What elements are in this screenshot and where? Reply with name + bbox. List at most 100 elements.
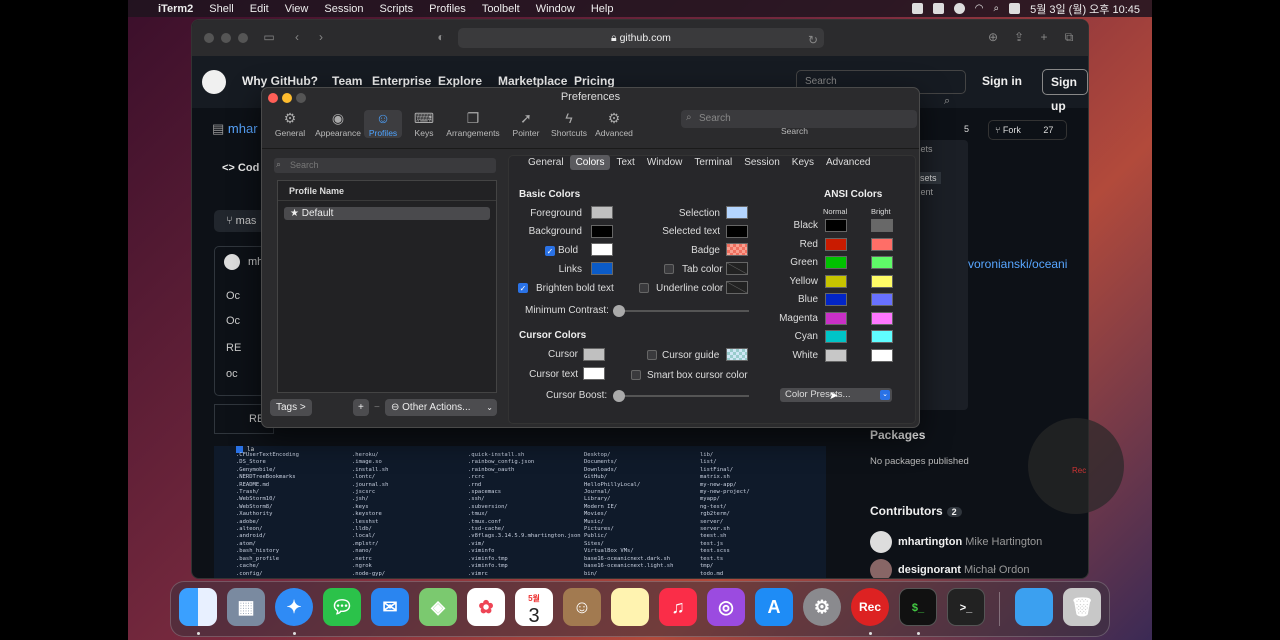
toolbar-advanced[interactable]: ⚙ Advanced bbox=[586, 110, 642, 138]
photos-icon[interactable]: ✿ bbox=[467, 588, 505, 626]
nav-marketplace[interactable]: Marketplace bbox=[498, 74, 567, 88]
input-source-icon[interactable] bbox=[932, 3, 944, 14]
file-item[interactable]: RE bbox=[226, 342, 241, 354]
terminal-icon[interactable]: >_ bbox=[947, 588, 985, 626]
recording-control-overlay[interactable]: Rec bbox=[1028, 418, 1124, 514]
ansi-red-normal-swatch[interactable] bbox=[825, 237, 847, 251]
toolbar-arrangements[interactable]: ❐ Arrangements bbox=[442, 110, 504, 138]
shield-icon[interactable]: ◐ bbox=[434, 30, 448, 44]
maps-icon[interactable]: ◈ bbox=[419, 588, 457, 626]
menu-help[interactable]: Help bbox=[583, 3, 622, 15]
other-actions-button[interactable]: ⊖ Other Actions... ⌄ bbox=[385, 399, 497, 416]
bold-swatch[interactable] bbox=[591, 243, 613, 256]
tab-color-swatch[interactable] bbox=[726, 262, 748, 275]
remove-profile-button[interactable]: − bbox=[370, 399, 384, 416]
cursor-text-swatch[interactable] bbox=[583, 367, 605, 380]
ansi-black-normal-swatch[interactable] bbox=[825, 219, 847, 232]
selected-text-swatch[interactable] bbox=[726, 225, 748, 238]
share-icon[interactable]: ⇪ bbox=[1012, 30, 1026, 44]
menu-profiles[interactable]: Profiles bbox=[421, 3, 474, 15]
bold-checkbox[interactable]: ✓ bbox=[545, 246, 555, 256]
background-swatch[interactable] bbox=[591, 225, 613, 238]
ansi-white-normal-swatch[interactable] bbox=[825, 348, 847, 362]
repo-homepage-link[interactable]: voronianski/oceani bbox=[968, 257, 1067, 271]
trash-icon[interactable]: 🗑︎ bbox=[1063, 588, 1101, 626]
iterm-icon[interactable]: $_ bbox=[899, 588, 937, 626]
profile-list-header[interactable]: Profile Name bbox=[278, 181, 496, 201]
contacts-icon[interactable]: ☺ bbox=[563, 588, 601, 626]
ansi-blue-bright-swatch[interactable] bbox=[871, 293, 893, 306]
min-contrast-knob[interactable] bbox=[613, 305, 625, 317]
selection-swatch[interactable] bbox=[726, 206, 748, 219]
menu-session[interactable]: Session bbox=[316, 3, 371, 15]
tab-session[interactable]: Session bbox=[738, 155, 786, 170]
cursor-boost-knob[interactable] bbox=[613, 390, 625, 402]
podcasts-icon[interactable]: ◎ bbox=[707, 588, 745, 626]
play-icon[interactable] bbox=[953, 3, 965, 14]
ansi-cyan-bright-swatch[interactable] bbox=[871, 330, 893, 343]
tab-overview-icon[interactable]: ⧉ bbox=[1062, 30, 1076, 44]
menu-app-name[interactable]: iTerm2 bbox=[150, 3, 201, 15]
repo-title[interactable]: ▤ mhar bbox=[212, 121, 258, 137]
nav-why-github[interactable]: Why GitHub? bbox=[242, 74, 318, 88]
launchpad-icon[interactable]: ▦ bbox=[227, 588, 265, 626]
packages-title[interactable]: Packages bbox=[870, 428, 925, 442]
contributor-row[interactable]: mhartington Mike Hartington bbox=[870, 531, 1042, 553]
menu-shell[interactable]: Shell bbox=[201, 3, 241, 15]
toolbar-appearance[interactable]: ◉ Appearance bbox=[310, 110, 366, 138]
tab-text[interactable]: Text bbox=[610, 155, 640, 170]
tab-window[interactable]: Window bbox=[641, 155, 689, 170]
back-icon[interactable]: ‹ bbox=[290, 30, 304, 44]
search-icon[interactable]: ⌕ bbox=[944, 95, 950, 108]
github-logo-icon[interactable] bbox=[202, 70, 226, 94]
safari-icon[interactable]: ✦ bbox=[275, 588, 313, 626]
brighten-bold-checkbox[interactable]: ✓ bbox=[518, 283, 528, 293]
forward-icon[interactable]: › bbox=[314, 30, 328, 44]
menu-edit[interactable]: Edit bbox=[242, 3, 277, 15]
menu-scripts[interactable]: Scripts bbox=[372, 3, 422, 15]
cursor-guide-swatch[interactable] bbox=[726, 348, 748, 361]
address-bar[interactable]: 🔒︎ github.com bbox=[458, 28, 824, 48]
cursor-guide-checkbox[interactable] bbox=[647, 350, 657, 360]
downloads-folder-icon[interactable] bbox=[1015, 588, 1053, 626]
nav-enterprise[interactable]: Enterprise bbox=[372, 74, 431, 88]
download-icon[interactable]: ⊕ bbox=[986, 30, 1000, 44]
nav-team[interactable]: Team bbox=[332, 74, 362, 88]
badge-swatch[interactable] bbox=[726, 243, 748, 256]
notes-icon[interactable] bbox=[611, 588, 649, 626]
rec-app-icon[interactable]: Rec bbox=[851, 588, 889, 626]
tab-advanced[interactable]: Advanced bbox=[820, 155, 876, 170]
menu-view[interactable]: View bbox=[277, 3, 317, 15]
ansi-green-normal-swatch[interactable] bbox=[825, 256, 847, 269]
minimize-window-button[interactable] bbox=[221, 33, 231, 43]
ansi-green-bright-swatch[interactable] bbox=[871, 256, 893, 269]
window-manager-icon[interactable] bbox=[911, 3, 923, 14]
sign-up-button[interactable]: Sign up bbox=[1042, 69, 1088, 113]
fork-button[interactable]: ⑂ Fork 27 bbox=[988, 120, 1067, 140]
music-icon[interactable]: ♫ bbox=[659, 588, 697, 626]
links-swatch[interactable] bbox=[591, 262, 613, 275]
tab-keys[interactable]: Keys bbox=[786, 155, 820, 170]
control-center-icon[interactable] bbox=[1009, 3, 1021, 14]
file-item[interactable]: Oc bbox=[226, 290, 240, 302]
file-item[interactable]: Oc bbox=[226, 315, 240, 327]
foreground-swatch[interactable] bbox=[591, 206, 613, 219]
mail-icon[interactable]: ✉ bbox=[371, 588, 409, 626]
contributors-title[interactable]: Contributors 2 bbox=[870, 504, 962, 518]
profile-search-input[interactable]: Search bbox=[274, 158, 496, 173]
ansi-yellow-normal-swatch[interactable] bbox=[825, 274, 847, 288]
smart-box-checkbox[interactable] bbox=[631, 370, 641, 380]
tab-color-checkbox[interactable] bbox=[664, 264, 674, 274]
ansi-magenta-bright-swatch[interactable] bbox=[871, 311, 893, 325]
finder-icon[interactable] bbox=[179, 588, 217, 626]
calendar-icon[interactable]: 5월 3 bbox=[515, 588, 553, 626]
tab-code[interactable]: <> Cod bbox=[222, 162, 259, 174]
ansi-magenta-normal-swatch[interactable] bbox=[825, 311, 847, 325]
ansi-blue-normal-swatch[interactable] bbox=[825, 293, 847, 306]
nav-explore[interactable]: Explore bbox=[438, 74, 482, 88]
file-item[interactable]: oc bbox=[226, 368, 238, 380]
system-preferences-icon[interactable]: ⚙ bbox=[803, 588, 841, 626]
close-window-button[interactable] bbox=[204, 33, 214, 43]
reload-icon[interactable]: ↻ bbox=[806, 33, 820, 47]
spotlight-icon[interactable]: ⌕ bbox=[993, 3, 999, 14]
